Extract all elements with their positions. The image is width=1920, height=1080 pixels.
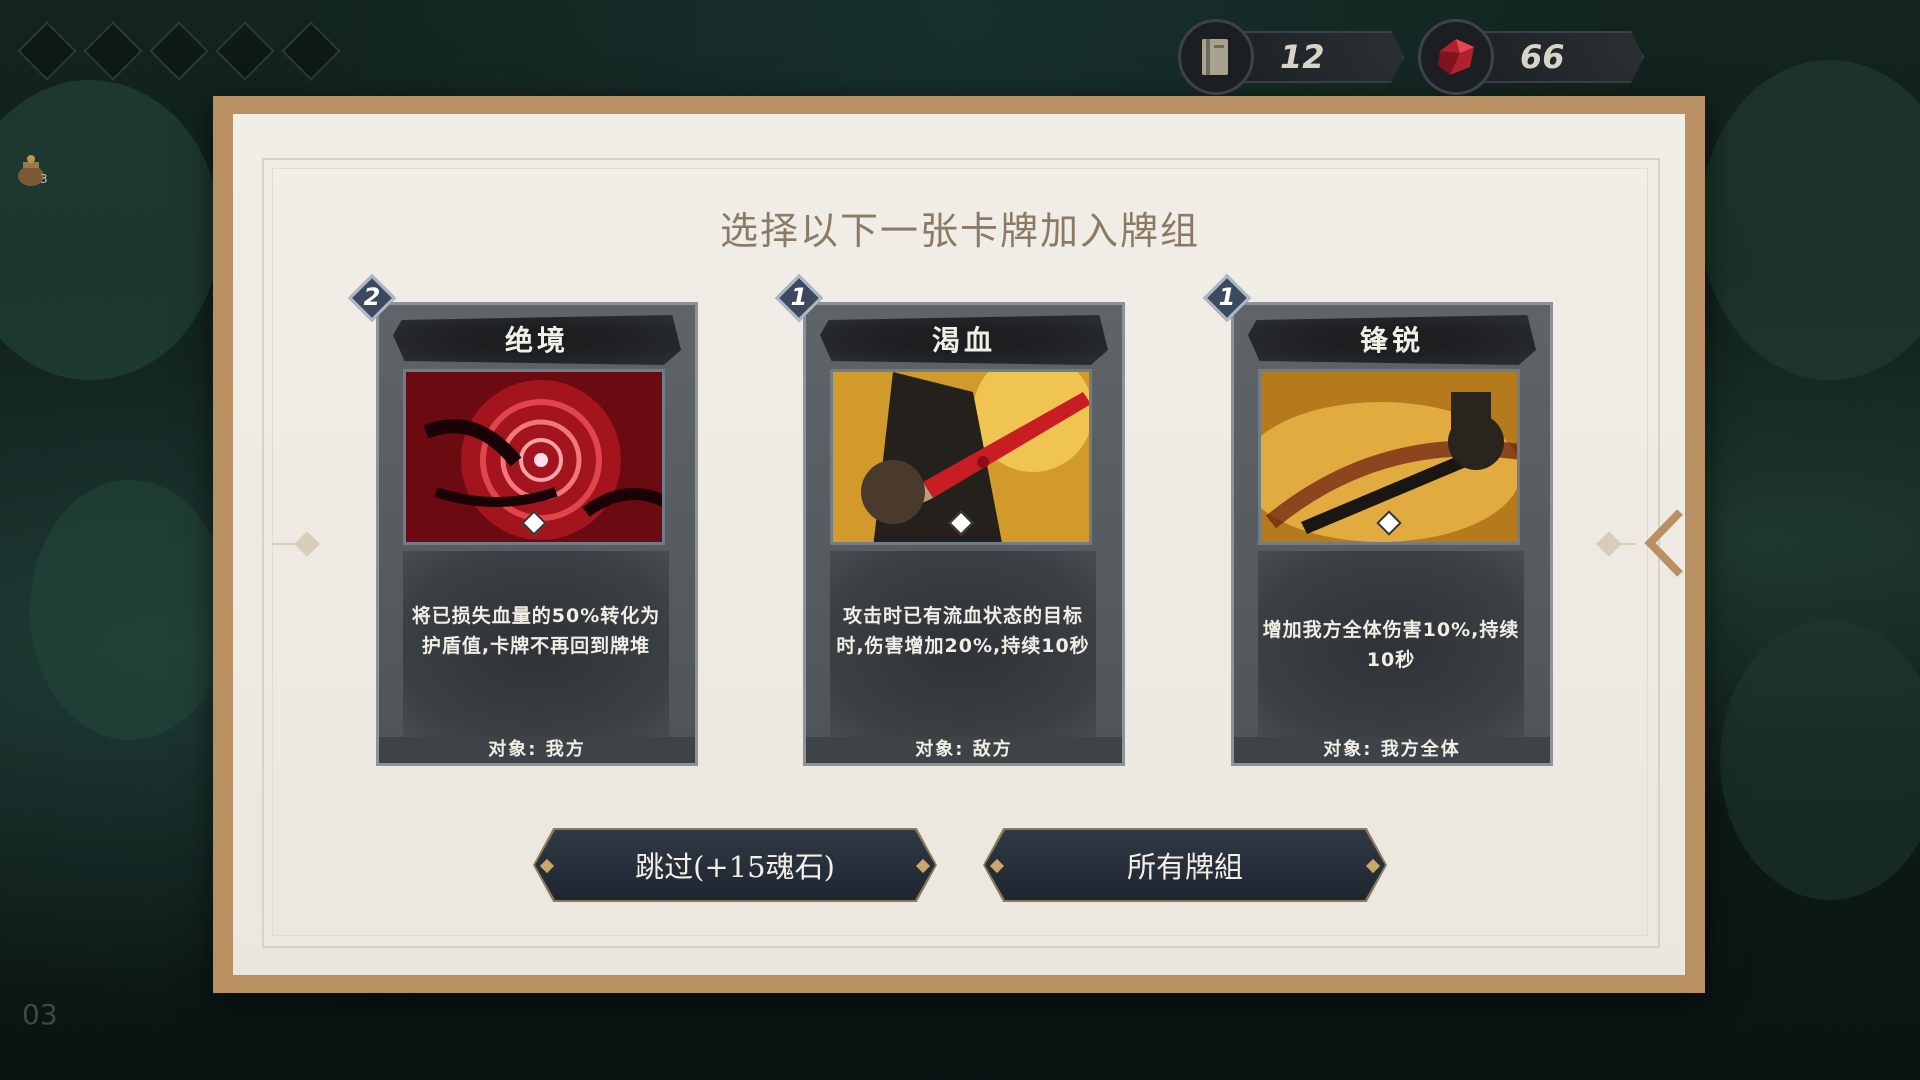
card-description: 增加我方全体伤害10%,持续10秒 bbox=[1262, 619, 1520, 671]
card-target: 对象: 敌方 bbox=[806, 737, 1122, 763]
deck-icon-wrap bbox=[1178, 19, 1254, 95]
card-kexue[interactable]: 1 渴血 攻击时已有流血状态的目标时,伤害增加20%,持续10秒 对象: 敌方 bbox=[774, 273, 1125, 766]
card-juejing[interactable]: 2 绝境 将已损失血量的50%转化为护盾值,卡牌不再回到牌堆 对象: 我方 bbox=[347, 273, 698, 766]
card-cost: 1 bbox=[790, 283, 808, 311]
book-icon bbox=[1202, 39, 1228, 75]
all-decks-button[interactable]: 所有牌組 bbox=[985, 830, 1385, 900]
soul-stone-counter[interactable]: 66 bbox=[1418, 18, 1644, 96]
card-description: 攻击时已有流血状态的目标时,伤害增加20%,持续10秒 bbox=[836, 605, 1090, 657]
all-decks-button-label: 所有牌組 bbox=[1126, 850, 1243, 884]
red-gem-icon bbox=[1438, 39, 1474, 75]
progress-diamonds bbox=[17, 21, 341, 81]
deck-count: 12 bbox=[1240, 31, 1404, 83]
card-fengrui[interactable]: 1 锋锐 增加我方全体伤害10%,持续10秒 对象: 我方全体 bbox=[1202, 273, 1553, 766]
card-art-red-vortex bbox=[403, 369, 665, 545]
card-cost: 1 bbox=[1218, 283, 1236, 311]
progress-slot bbox=[17, 21, 77, 81]
progress-slot bbox=[215, 21, 275, 81]
pot-count: 3 bbox=[40, 172, 48, 186]
cost-badge: 1 bbox=[774, 273, 824, 323]
dialog-title: 选择以下一张卡牌加入牌组 bbox=[719, 209, 1200, 253]
progress-slot bbox=[83, 21, 143, 81]
skip-button-label: 跳过(+15魂石) bbox=[635, 850, 835, 884]
background-foliage bbox=[1720, 620, 1920, 900]
chevron-left-icon[interactable] bbox=[1642, 508, 1688, 578]
card-name: 绝境 bbox=[504, 324, 569, 357]
card-target: 对象: 我方 bbox=[379, 737, 695, 763]
cost-badge: 2 bbox=[347, 273, 397, 323]
progress-slot bbox=[281, 21, 341, 81]
background-foliage bbox=[30, 480, 230, 740]
deck-counter[interactable]: 12 bbox=[1178, 18, 1404, 96]
card-target: 对象: 我方全体 bbox=[1234, 737, 1550, 763]
skip-button[interactable]: 跳过(+15魂石) bbox=[535, 830, 935, 900]
card-name: 渴血 bbox=[931, 324, 996, 357]
card-cost: 2 bbox=[363, 283, 381, 311]
soul-stone-icon-wrap bbox=[1418, 19, 1494, 95]
card-description: 将已损失血量的50%转化为护盾值,卡牌不再回到牌堆 bbox=[411, 605, 661, 657]
card-name: 锋锐 bbox=[1359, 324, 1424, 357]
page-number: 03 bbox=[22, 998, 58, 1031]
cost-badge: 1 bbox=[1202, 273, 1252, 323]
soul-stone-count: 66 bbox=[1480, 31, 1644, 83]
progress-slot bbox=[149, 21, 209, 81]
card-art-sword-slash bbox=[1258, 369, 1520, 545]
card-art-bloody-blade bbox=[830, 369, 1092, 545]
